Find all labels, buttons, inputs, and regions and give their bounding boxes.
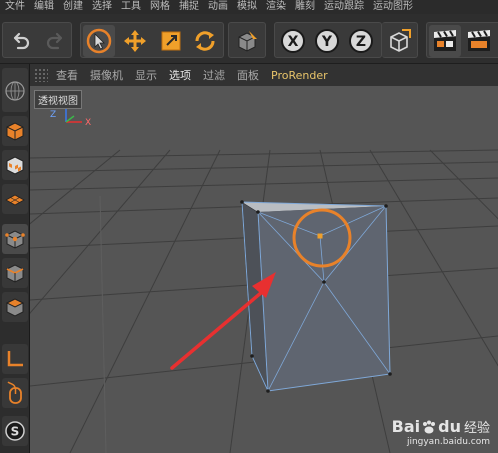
viewport-menu-cameras[interactable]: 摄像机 xyxy=(90,67,123,83)
rotate-icon xyxy=(195,31,215,51)
model-mode-button[interactable] xyxy=(2,68,28,112)
checker-texture-icon xyxy=(6,156,24,175)
points-mode-icon xyxy=(5,230,25,249)
world-coordinate-icon xyxy=(390,29,411,52)
axis-mode-icon xyxy=(7,351,23,367)
edges-mode-button[interactable] xyxy=(2,258,28,288)
viewport-menu-prorender[interactable]: ProRender xyxy=(271,69,328,82)
drag-handle-icon[interactable] xyxy=(34,68,48,82)
viewport-menu-display[interactable]: 显示 xyxy=(135,67,157,83)
menu-animate[interactable]: 动画 xyxy=(203,0,232,14)
undo-button[interactable] xyxy=(5,25,37,57)
main-toolbar: X Y Z xyxy=(0,14,498,64)
menu-sculpt[interactable]: 雕刻 xyxy=(290,0,319,14)
menu-file[interactable]: 文件 xyxy=(0,0,29,14)
x-axis-toggle[interactable]: X xyxy=(277,25,309,57)
workplane-icon xyxy=(5,194,25,206)
rotate-tool-button[interactable] xyxy=(189,25,221,57)
redo-button[interactable] xyxy=(39,25,71,57)
tweak-mode-button[interactable] xyxy=(2,378,28,408)
live-selection-icon xyxy=(86,28,112,54)
axis-lock-group: X Y Z xyxy=(274,22,382,58)
z-axis-letter: Z xyxy=(356,34,366,50)
mouse-icon xyxy=(7,381,22,404)
watermark-url: jingyan.baidu.com xyxy=(406,437,490,447)
history-group xyxy=(2,22,72,58)
x-axis-icon: X xyxy=(281,29,305,53)
coordinate-group xyxy=(382,22,418,58)
model-mode-icon xyxy=(5,81,25,101)
viewport-menu-panel[interactable]: 面板 xyxy=(237,67,259,83)
scale-tool-button[interactable] xyxy=(155,25,187,57)
menu-render[interactable]: 渲染 xyxy=(261,0,290,14)
viewport-menu-options[interactable]: 选项 xyxy=(169,67,191,83)
texture-mode-icon xyxy=(6,122,24,141)
texture-mode-button[interactable] xyxy=(2,116,28,146)
render-picture-viewer-icon xyxy=(468,30,490,51)
redo-icon xyxy=(46,32,63,50)
axis-gizmo: Z X xyxy=(50,109,91,128)
selected-point[interactable] xyxy=(317,233,323,239)
main-menubar: 文件 编辑 创建 选择 工具 网格 捕捉 动画 模拟 渲染 雕刻 运动跟踪 运动… xyxy=(0,0,498,14)
viewport-canvas: Z X xyxy=(30,109,498,453)
z-axis-icon: Z xyxy=(349,29,373,53)
y-axis-toggle[interactable]: Y xyxy=(311,25,343,57)
menu-create[interactable]: 创建 xyxy=(58,0,87,14)
transform-tools-group xyxy=(80,22,224,58)
recent-tool-button[interactable] xyxy=(231,25,263,57)
paw-icon xyxy=(421,420,437,434)
workplane-button[interactable] xyxy=(2,184,28,214)
y-axis-letter: Y xyxy=(321,34,333,50)
polygons-mode-icon xyxy=(5,298,25,317)
x-axis-letter: X xyxy=(288,34,299,50)
render-group xyxy=(426,22,498,58)
baidu-watermark: Bai du 经验 jingyan.baidu.com xyxy=(392,417,490,447)
menu-edit[interactable]: 编辑 xyxy=(29,0,58,14)
render-view-icon xyxy=(434,30,456,51)
menu-mograph[interactable]: 运动图形 xyxy=(368,0,417,14)
move-icon xyxy=(124,30,146,52)
watermark-brand: Bai xyxy=(391,417,421,436)
watermark-du: du xyxy=(438,417,461,436)
menu-tools[interactable]: 工具 xyxy=(116,0,145,14)
perspective-viewport[interactable]: Z X 透视视图 Bai du 经验 jingyan.baidu.com xyxy=(30,86,498,453)
box-object xyxy=(240,200,392,393)
gizmo-y-label: Z xyxy=(50,110,56,120)
snap-icon: S xyxy=(5,421,25,441)
mode-palette: S xyxy=(0,64,30,453)
polygons-mode-button[interactable] xyxy=(2,292,28,322)
snap-button[interactable]: S xyxy=(2,416,28,446)
move-tool-button[interactable] xyxy=(119,25,151,57)
z-axis-toggle[interactable]: Z xyxy=(345,25,377,57)
viewport-menu-filter[interactable]: 过滤 xyxy=(203,67,225,83)
recent-tool-icon xyxy=(238,31,257,52)
picture-viewer-button[interactable] xyxy=(463,25,495,57)
menu-motion-tracking[interactable]: 运动跟踪 xyxy=(319,0,368,14)
coordinate-system-button[interactable] xyxy=(383,25,415,57)
menu-snap[interactable]: 捕捉 xyxy=(174,0,203,14)
edges-mode-icon xyxy=(6,264,24,283)
viewport-menu-view[interactable]: 查看 xyxy=(56,67,78,83)
viewport-title: 透视视图 xyxy=(34,90,82,109)
undo-icon xyxy=(13,32,30,50)
menu-simulate[interactable]: 模拟 xyxy=(232,0,261,14)
render-view-button[interactable] xyxy=(429,25,461,57)
uv-mode-button[interactable] xyxy=(2,150,28,180)
svg-text:S: S xyxy=(11,425,20,439)
y-axis-icon: Y xyxy=(315,29,339,53)
menu-select[interactable]: 选择 xyxy=(87,0,116,14)
axis-mode-button[interactable] xyxy=(2,344,28,374)
watermark-jingyan: 经验 xyxy=(463,421,490,436)
recent-tool-group xyxy=(228,22,266,58)
viewport-menubar: 查看 摄像机 显示 选项 过滤 面板 ProRender xyxy=(30,64,498,86)
points-mode-button[interactable] xyxy=(2,224,28,254)
scale-icon xyxy=(161,31,181,51)
menu-mesh[interactable]: 网格 xyxy=(145,0,174,14)
gizmo-x-label: X xyxy=(85,118,91,128)
live-selection-button[interactable] xyxy=(83,25,115,57)
